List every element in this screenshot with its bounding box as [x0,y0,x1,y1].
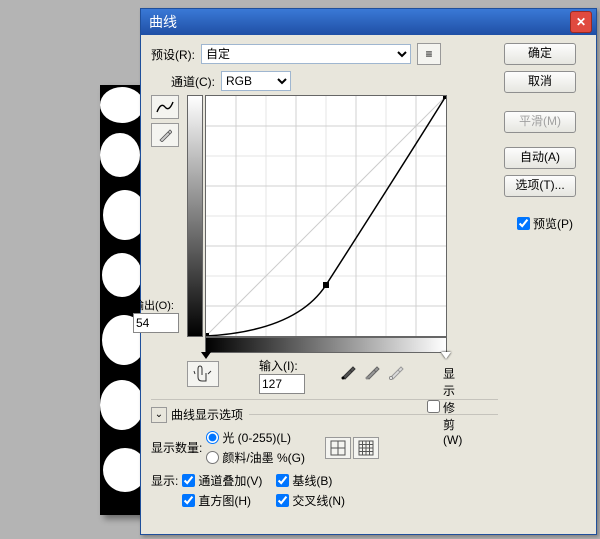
menu-icon: ≡ [425,47,432,61]
curve-tool-button[interactable] [151,95,179,119]
white-point-eyedropper[interactable] [385,361,407,383]
show-clipping-checkbox[interactable]: 显示修剪(W) [427,365,462,447]
pencil-tool-button[interactable] [151,123,179,147]
graph-container: 输出(O): 输入(I): [187,95,447,337]
gray-point-eyedropper[interactable] [361,361,383,383]
output-label: 输出(O): [133,297,183,313]
eyedropper-icon [340,364,356,380]
grid-coarse-button[interactable] [325,437,351,459]
finger-icon [192,365,214,383]
title-text: 曲线 [149,12,570,32]
ink-radio[interactable]: 颜料/油墨 %(G) [206,449,305,466]
preset-menu-button[interactable]: ≡ [417,43,441,65]
targeted-adjust-button[interactable] [187,361,219,387]
close-button[interactable]: ✕ [570,11,592,33]
baseline-checkbox[interactable]: 基线(B) [276,472,345,489]
preview-checkbox[interactable]: 预览(P) [504,215,586,232]
output-input[interactable] [133,313,179,333]
channel-select[interactable]: RGB [221,71,291,91]
ok-button[interactable]: 确定 [504,43,576,65]
input-label: 输入(I): [259,357,319,374]
cancel-button[interactable]: 取消 [504,71,576,93]
curves-dialog: 曲线 ✕ 预设(R): 自定 ≡ 通道(C): [140,8,597,535]
input-input[interactable] [259,374,305,394]
eyedropper-icon [364,364,380,380]
smooth-button[interactable]: 平滑(M) [504,111,576,133]
y-gradient [187,95,203,337]
auto-button[interactable]: 自动(A) [504,147,576,169]
pencil-icon [158,128,172,142]
highlight-slider[interactable] [441,352,451,359]
channel-label: 通道(C): [171,73,215,90]
shadow-slider[interactable] [201,352,211,359]
grid-icon [330,440,346,456]
options-button[interactable]: 选项(T)... [504,175,576,197]
x-gradient [205,337,447,353]
display-amount-label: 显示数量: [151,439,202,456]
black-point-eyedropper[interactable] [337,361,359,383]
chevron-down-icon: ⌄ [151,407,167,423]
close-icon: ✕ [576,15,586,29]
intersection-checkbox[interactable]: 交叉线(N) [276,492,345,509]
grid-fine-button[interactable] [353,437,379,459]
preset-select[interactable]: 自定 [201,44,411,64]
channel-overlay-checkbox[interactable]: 通道叠加(V) [182,472,262,489]
preset-label: 预设(R): [151,46,195,63]
curve-graph[interactable] [205,95,447,337]
show-label: 显示: [151,472,178,509]
title-bar[interactable]: 曲线 ✕ [141,9,596,35]
light-radio[interactable]: 光 (0-255)(L) [206,429,305,446]
histogram-checkbox[interactable]: 直方图(H) [182,492,262,509]
eyedropper-icon [388,364,404,380]
curve-icon [156,100,174,114]
grid-icon [358,440,374,456]
